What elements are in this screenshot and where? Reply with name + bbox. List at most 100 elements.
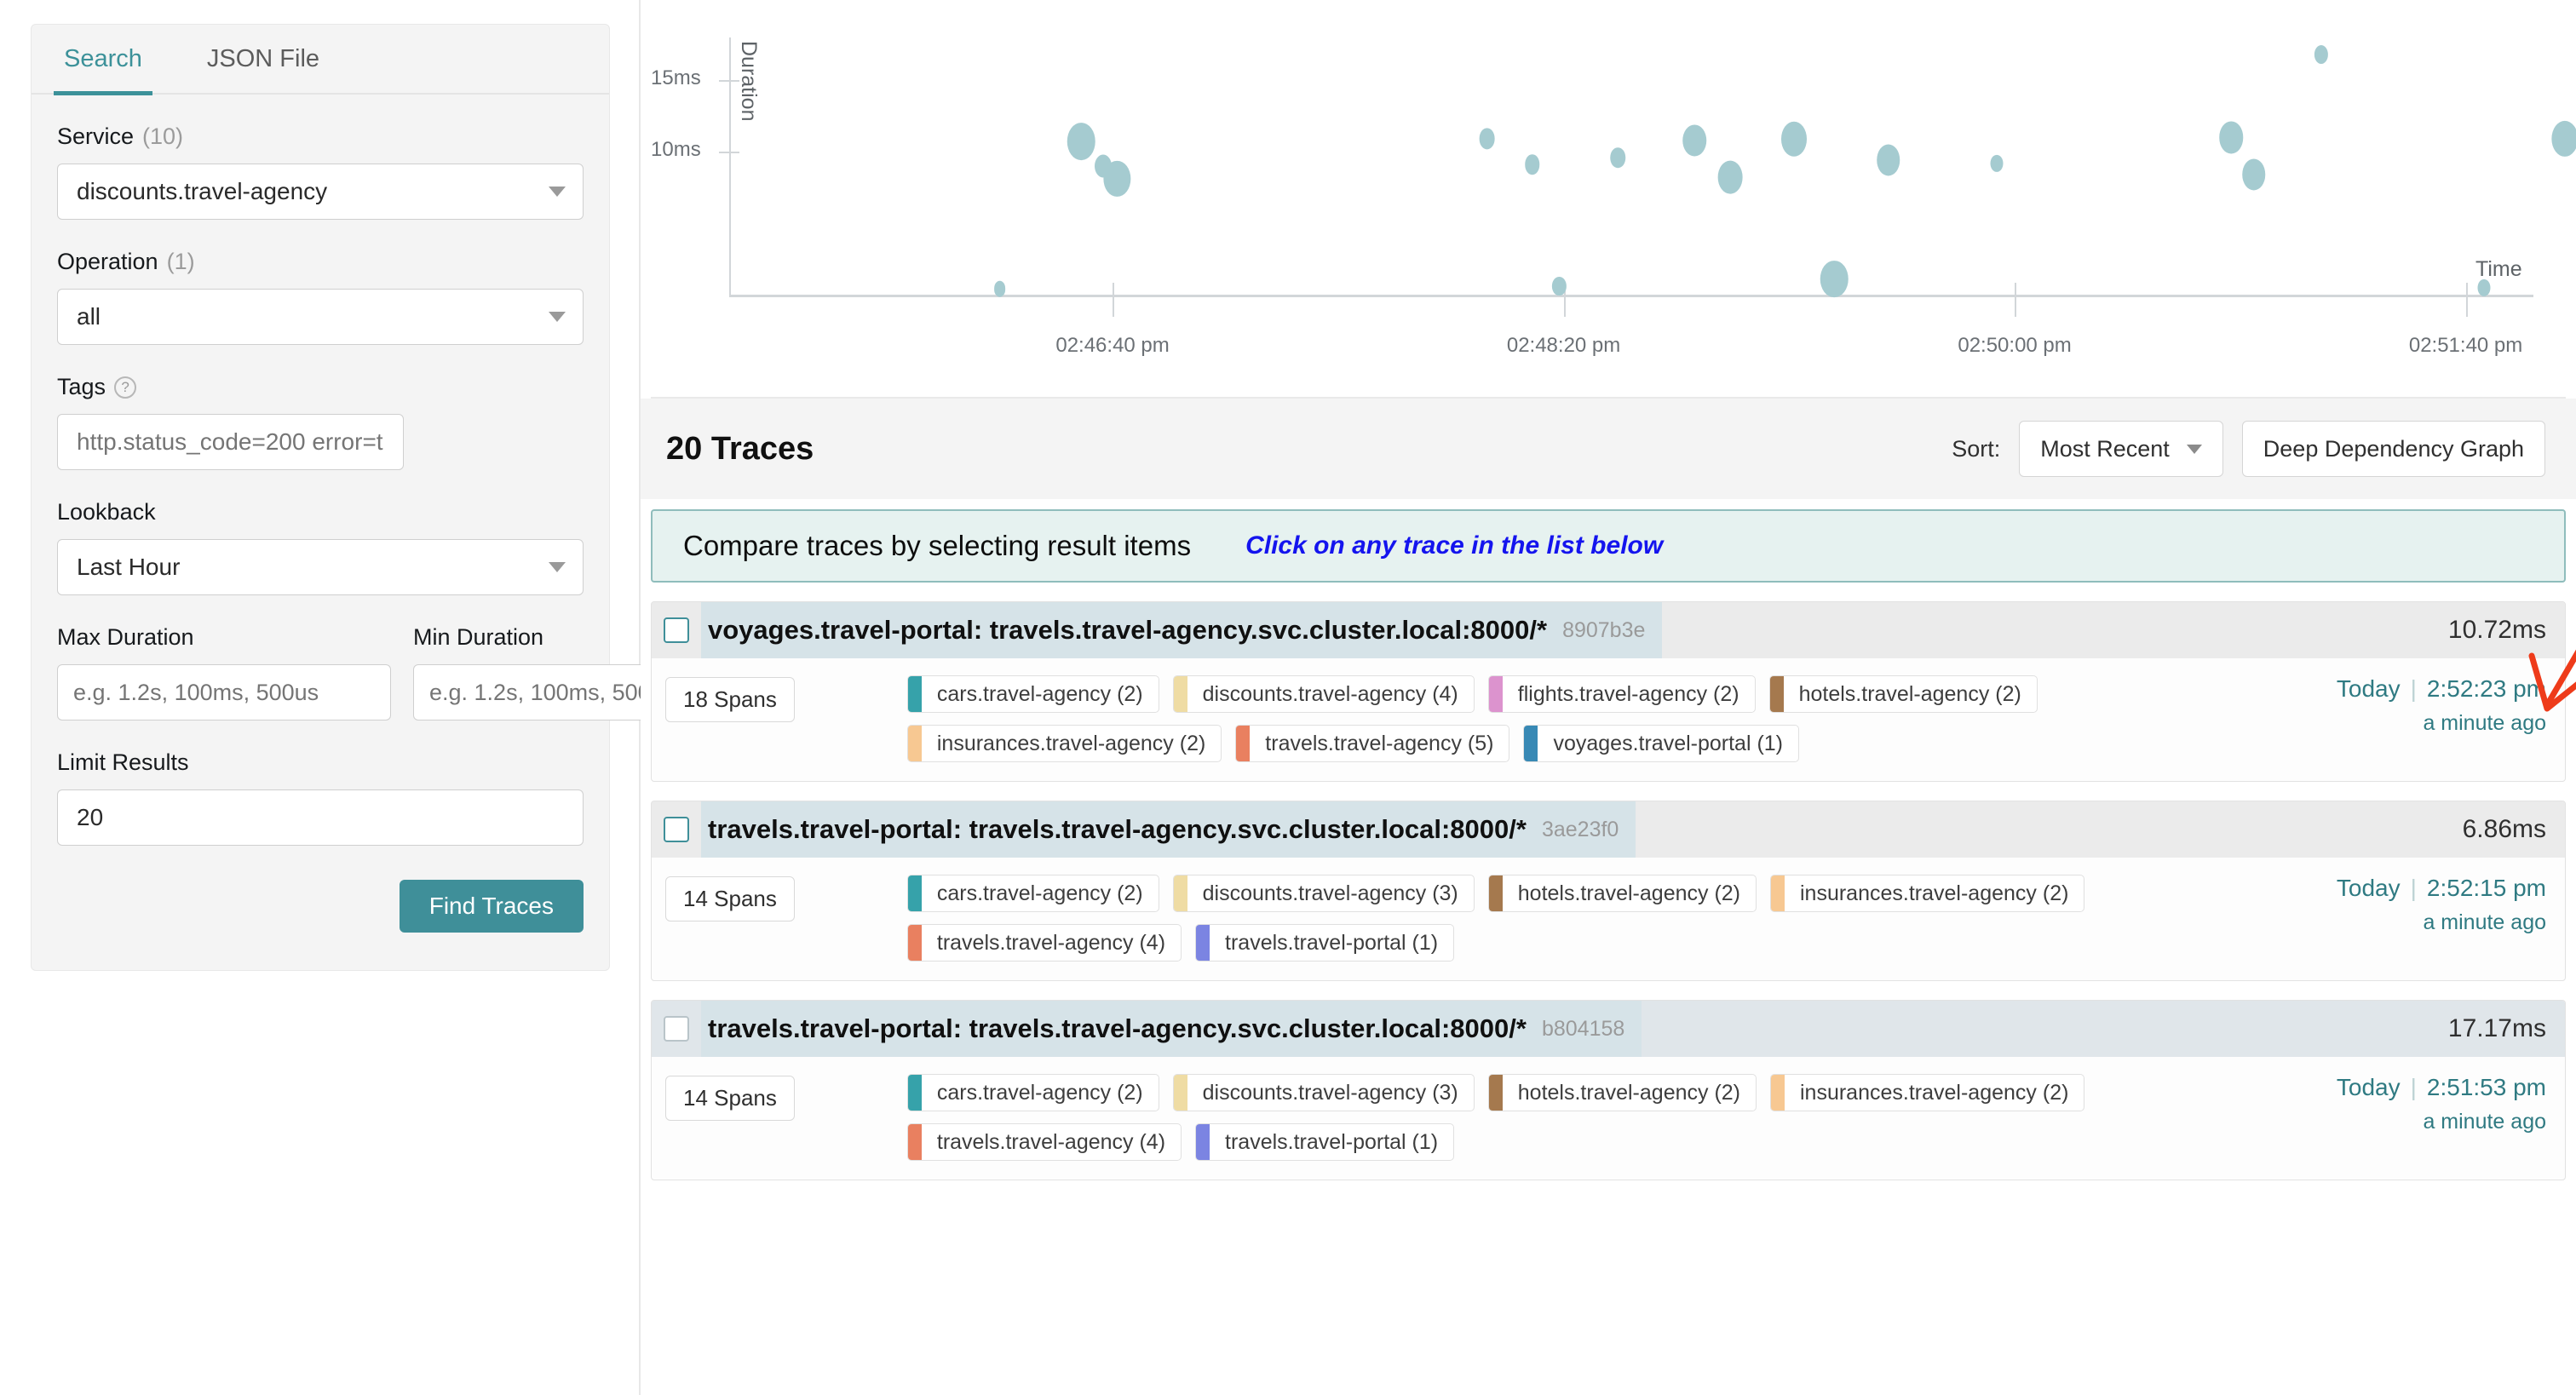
trace-row-header[interactable]: voyages.travel-portal: travels.travel-ag…: [652, 602, 2565, 658]
service-color-swatch: [1524, 726, 1538, 761]
service-badge: discounts.travel-agency (3): [1172, 875, 1475, 912]
service-badge-label: discounts.travel-agency (4): [1202, 681, 1458, 706]
scatter-point[interactable]: [1990, 154, 2004, 172]
min-duration-label: Min Duration: [413, 624, 544, 650]
service-badge: travels.travel-agency (5): [1235, 725, 1510, 762]
scatter-point[interactable]: [2219, 121, 2243, 153]
service-color-swatch: [1173, 1075, 1187, 1111]
service-badge-label: hotels.travel-agency (2): [1517, 881, 1740, 905]
operation-label-row: Operation (1): [57, 249, 584, 275]
sort-label: Sort:: [1952, 435, 2001, 462]
scatter-point[interactable]: [2551, 121, 2576, 158]
trace-checkbox[interactable]: [664, 817, 689, 842]
scatter-plot-area[interactable]: 10ms 15ms Duration 02:46:40 pm 02:48:20 pm 02…: [651, 5, 2576, 397]
trace-row-header[interactable]: travels.travel-portal: travels.travel-ag…: [652, 1001, 2565, 1057]
service-color-swatch: [1173, 676, 1187, 712]
operation-select[interactable]: all: [57, 289, 584, 345]
trace-date-label: Today: [2336, 675, 2401, 702]
service-count: (10): [142, 123, 184, 149]
sort-select[interactable]: Most Recent: [2019, 421, 2223, 477]
x-tick-label: 02:48:20 pm: [1506, 334, 1621, 357]
scatter-point[interactable]: [2241, 158, 2266, 191]
scatter-point[interactable]: [1103, 161, 1130, 198]
service-badge: insurances.travel-agency (2): [1770, 1074, 2085, 1111]
trace-date-label: Today: [2336, 875, 2401, 901]
service-color-swatch: [1488, 875, 1503, 911]
question-circle-icon[interactable]: ?: [114, 376, 137, 399]
trace-title-cell[interactable]: travels.travel-portal: travels.travel-ag…: [701, 1001, 1642, 1057]
tab-search[interactable]: Search: [54, 24, 152, 95]
scatter-point[interactable]: [1479, 128, 1495, 150]
limit-results-input[interactable]: 20: [57, 789, 584, 846]
x-tick-label: 02:46:40 pm: [1055, 334, 1170, 357]
trace-select-cell[interactable]: [652, 1001, 701, 1057]
trace-scatter-chart[interactable]: 10ms 15ms Duration 02:46:40 pm 02:48:20 pm 02…: [651, 5, 2576, 399]
trace-spans-count: 14 Spans: [665, 1076, 795, 1121]
trace-select-cell[interactable]: [652, 801, 701, 858]
scatter-point[interactable]: [2314, 45, 2329, 65]
trace-row-header[interactable]: travels.travel-portal: travels.travel-ag…: [652, 801, 2565, 858]
traces-count-label: 20 Traces: [666, 430, 814, 467]
trace-checkbox[interactable]: [664, 1016, 689, 1042]
max-duration-label: Max Duration: [57, 624, 194, 650]
find-traces-button[interactable]: Find Traces: [399, 880, 584, 933]
trace-duration: 6.86ms: [2462, 815, 2546, 843]
service-color-swatch: [907, 1124, 922, 1160]
scatter-point[interactable]: [1682, 124, 1706, 157]
trace-timestamp-cell: Today | 2:51:53 pm a minute ago: [2291, 1074, 2546, 1134]
deep-dependency-graph-button[interactable]: Deep Dependency Graph: [2241, 421, 2545, 477]
trace-row[interactable]: travels.travel-portal: travels.travel-ag…: [651, 1000, 2566, 1180]
service-color-swatch: [1769, 676, 1784, 712]
service-badge-label: cars.travel-agency (2): [936, 881, 1143, 905]
service-badge-label: hotels.travel-agency (2): [1517, 1080, 1740, 1105]
service-color-swatch: [1196, 925, 1210, 961]
service-color-swatch: [907, 875, 922, 911]
max-duration-input[interactable]: [57, 664, 391, 720]
trace-select-cell[interactable]: [652, 602, 701, 658]
service-badge: cars.travel-agency (2): [906, 875, 1159, 912]
trace-date-time: Today | 2:51:53 pm: [2311, 1074, 2546, 1101]
trace-timestamp-cell: Today | 2:52:15 pm a minute ago: [2291, 875, 2546, 935]
find-traces-row: Find Traces: [32, 880, 609, 933]
lookback-select[interactable]: Last Hour: [57, 539, 584, 595]
service-badge-label: travels.travel-portal (1): [1225, 930, 1439, 955]
trace-duration: 10.72ms: [2447, 616, 2546, 644]
trace-title-cell[interactable]: travels.travel-portal: travels.travel-ag…: [701, 801, 1636, 858]
scatter-point[interactable]: [1524, 154, 1540, 175]
service-color-swatch: [907, 676, 922, 712]
trace-spans-count: 18 Spans: [665, 677, 795, 722]
scatter-point[interactable]: [1610, 147, 1625, 168]
trace-service-badges: cars.travel-agency (2) discounts.travel-a…: [795, 875, 2291, 962]
scatter-point[interactable]: [1718, 161, 1743, 194]
scatter-point[interactable]: [1780, 121, 1807, 157]
trace-title-cell[interactable]: voyages.travel-portal: travels.travel-ag…: [701, 602, 1663, 658]
y-tick-label: 10ms: [651, 138, 701, 162]
service-badge: travels.travel-agency (4): [906, 924, 1182, 962]
trace-spans-count: 14 Spans: [665, 876, 795, 921]
service-color-swatch: [1771, 875, 1785, 911]
scatter-point[interactable]: [1877, 144, 1900, 176]
trace-row[interactable]: voyages.travel-portal: travels.travel-ag…: [651, 601, 2566, 782]
trace-service-badges: cars.travel-agency (2) discounts.travel-a…: [795, 1074, 2291, 1161]
scatter-point[interactable]: [1820, 260, 1849, 298]
results-main: 10ms 15ms Duration 02:46:40 pm 02:48:20 pm 02…: [641, 0, 2576, 1395]
compare-banner-hint: Click on any trace in the list below: [1245, 531, 1664, 560]
scatter-point[interactable]: [993, 281, 1006, 297]
tab-json-file[interactable]: JSON File: [200, 24, 326, 94]
service-select[interactable]: discounts.travel-agency: [57, 164, 584, 220]
x-tick-mark: [1113, 283, 1115, 317]
service-label: Service: [57, 123, 135, 149]
limit-results-value: 20: [77, 804, 104, 830]
service-badge-label: insurances.travel-agency (2): [936, 731, 1206, 755]
scatter-point[interactable]: [2477, 278, 2491, 296]
scatter-point[interactable]: [1067, 123, 1095, 161]
service-badge: travels.travel-agency (4): [906, 1123, 1182, 1161]
service-color-swatch: [907, 1075, 922, 1111]
trace-row[interactable]: travels.travel-portal: travels.travel-ag…: [651, 801, 2566, 981]
field-operation: Operation (1) all: [32, 249, 609, 345]
trace-checkbox[interactable]: [664, 617, 689, 643]
search-tabs: Search JSON File: [32, 25, 609, 95]
trace-timestamp-cell: Today | 2:52:23 pm a minute ago: [2291, 675, 2546, 736]
trace-title: voyages.travel-portal: travels.travel-ag…: [708, 615, 1548, 645]
tags-input[interactable]: [57, 414, 404, 470]
